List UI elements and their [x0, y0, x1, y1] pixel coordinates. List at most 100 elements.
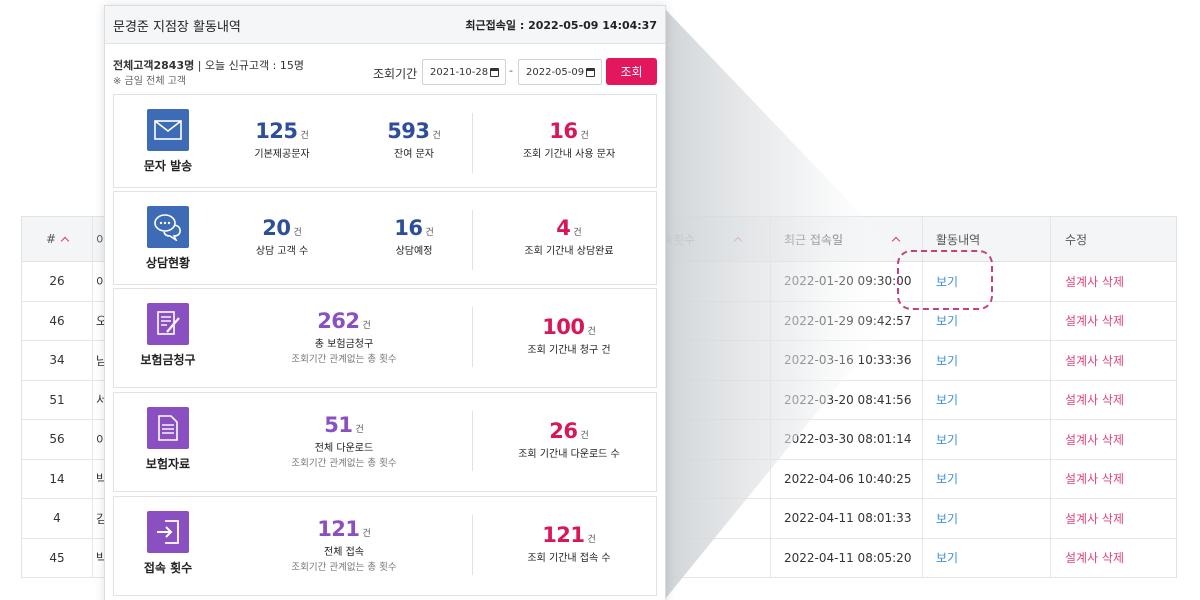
delete-designer-link[interactable]: 설계사 삭제	[1065, 510, 1124, 527]
stat-basic-sms: 125 건 기본제공문자	[232, 119, 332, 160]
stat-caption: 조회 기간내 청구 건	[527, 345, 611, 356]
delete-designer-link-cell: 설계사 삭제	[1050, 341, 1178, 380]
stat-caption: 잔여 문자	[394, 149, 434, 160]
row-last-access: 2022-04-11 08:05:20	[784, 550, 912, 565]
row-last-access: 2022-03-20 08:41:56	[784, 392, 912, 407]
claim-label: 보험금청구	[140, 353, 196, 367]
chat-bubbles-icon	[147, 206, 189, 248]
delete-designer-link[interactable]: 설계사 삭제	[1065, 352, 1124, 369]
col-edit-header: 수정	[1050, 217, 1178, 261]
delete-designer-link-cell: 설계사 삭제	[1050, 380, 1178, 419]
row-last-access: 2022-04-11 08:01:33	[784, 511, 912, 526]
date-from-input[interactable]: 2021-10-28	[422, 59, 506, 85]
col-visits-header[interactable]: 속횟수	[658, 217, 770, 261]
col-edit-label: 수정	[1065, 232, 1088, 247]
row-number-cell: 51	[22, 381, 92, 420]
row-last-access-cell: 2022-04-11 08:05:20	[770, 538, 922, 577]
sort-up-icon[interactable]	[733, 236, 743, 246]
stat-unit: 건	[362, 321, 371, 331]
stat-value: 4	[556, 216, 571, 240]
stat-caption: 조회 기간내 다운로드 수	[518, 449, 620, 460]
view-activity-link-cell: 보기	[922, 341, 1050, 380]
consult-card: 상담현황 20 건 상담 고객 수 16 건 상담예정 4건 조회 기간내 상담완료	[113, 191, 657, 285]
view-activity-link[interactable]: 보기	[936, 312, 958, 329]
stat-value: 593	[387, 119, 430, 143]
view-activity-link[interactable]: 보기	[936, 391, 958, 408]
divider	[472, 307, 473, 367]
activity-highlight	[897, 250, 993, 310]
row-number: 4	[53, 511, 61, 526]
sms-card: 문자 발송 125 건 기본제공문자 593 건 잔여 문자 16 건 조회 기간내 …	[113, 94, 657, 188]
row-last-access: 2022-01-20 09:30:00	[784, 274, 912, 289]
screen: # 이 속횟수 최근 접속일 활동내역 수정 26 이 2022-01-20 09:…	[0, 0, 1200, 600]
row-last-access-cell: 2022-03-30 08:01:14	[770, 420, 922, 459]
period-label: 조회기간	[373, 67, 418, 81]
stat-period-downloads: 26 건 조회 기간내 다운로드 수	[484, 419, 654, 460]
docs-card: 보험자료 51 건 전체 다운로드 조회기간 관계없는 총 횟수 26 건 조회 기…	[113, 392, 657, 492]
stat-unit: 건	[300, 131, 309, 141]
stat-caption: 전체 다운로드	[314, 443, 374, 454]
consult-label: 상담현황	[145, 256, 191, 270]
view-activity-link[interactable]: 보기	[936, 431, 958, 448]
sort-up-icon[interactable]	[891, 236, 901, 246]
view-activity-link-cell: 보기	[922, 499, 1050, 538]
row-number-cell: 56	[22, 420, 92, 459]
view-activity-link[interactable]: 보기	[936, 510, 958, 527]
divider	[472, 515, 473, 575]
stat-total-access: 121 건 전체 접속 조회기간 관계없는 총 횟수	[254, 517, 434, 573]
delete-designer-link[interactable]: 설계사 삭제	[1065, 549, 1124, 566]
row-last-access-cell: 2022-01-29 09:42:57	[770, 301, 922, 340]
new-customers: | 오늘 신규고객 : 15명	[194, 59, 304, 72]
view-activity-link[interactable]: 보기	[936, 352, 958, 369]
envelope-icon	[147, 109, 189, 151]
stat-unit: 건	[587, 327, 596, 337]
col-number-header[interactable]: #	[22, 217, 92, 261]
view-activity-link[interactable]: 보기	[936, 470, 958, 487]
date-to-input[interactable]: 2022-05-09	[518, 59, 602, 85]
delete-designer-link[interactable]: 설계사 삭제	[1065, 391, 1124, 408]
stat-unit: 건	[573, 228, 582, 238]
total-customers: 전체고객2843명	[113, 59, 195, 72]
customer-summary: 전체고객2843명 | 오늘 신규고객 : 15명	[113, 57, 304, 73]
stat-caption: 조회 기간내 상담완료	[524, 246, 614, 257]
row-last-access: 2022-04-06 10:40:25	[784, 471, 912, 486]
delete-designer-link[interactable]: 설계사 삭제	[1065, 431, 1124, 448]
stat-unit: 건	[293, 228, 302, 238]
stat-unit: 건	[355, 425, 364, 435]
stat-unit: 건	[425, 228, 434, 238]
stat-value: 16	[394, 216, 423, 240]
delete-designer-link[interactable]: 설계사 삭제	[1065, 470, 1124, 487]
col-number-label: #	[45, 232, 57, 246]
view-activity-link-cell: 보기	[922, 420, 1050, 459]
stat-consult-scheduled: 16 건 상담예정	[364, 216, 464, 257]
divider	[472, 210, 473, 270]
delete-designer-link-cell: 설계사 삭제	[1050, 538, 1178, 577]
delete-designer-link[interactable]: 설계사 삭제	[1065, 312, 1124, 329]
row-number: 45	[49, 550, 65, 565]
row-number-cell: 26	[22, 262, 92, 301]
row-number: 26	[49, 274, 65, 289]
stat-value: 121	[542, 523, 585, 547]
docs-label: 보험자료	[145, 457, 191, 471]
calendar-icon[interactable]	[586, 68, 595, 77]
stat-unit: 건	[362, 529, 371, 539]
view-activity-link[interactable]: 보기	[936, 549, 958, 566]
sort-up-icon[interactable]	[60, 236, 70, 246]
access-card: 접속 횟수 121 건 전체 접속 조회기간 관계없는 총 횟수 121 건 조회 …	[113, 496, 657, 596]
stat-unit: 건	[580, 131, 589, 141]
stat-value: 16	[549, 119, 578, 143]
stat-caption: 상담 고객 수	[255, 246, 309, 257]
sms-label: 문자 발송	[143, 159, 193, 173]
stat-consult-customers: 20 건 상담 고객 수	[232, 216, 332, 257]
search-button[interactable]: 조회	[606, 58, 657, 85]
date-separator: -	[509, 64, 513, 77]
col-visits-label: 속횟수	[662, 232, 696, 247]
col-activity-label: 활동내역	[936, 232, 981, 247]
divider	[472, 113, 473, 173]
stat-caption: 전체 접속	[324, 547, 364, 558]
stat-subcaption: 조회기간 관계없는 총 횟수	[291, 458, 397, 469]
calendar-icon[interactable]	[490, 68, 499, 77]
row-number: 46	[49, 313, 65, 328]
delete-designer-link[interactable]: 설계사 삭제	[1065, 273, 1124, 290]
row-last-access: 2022-03-16 10:33:36	[784, 353, 912, 368]
